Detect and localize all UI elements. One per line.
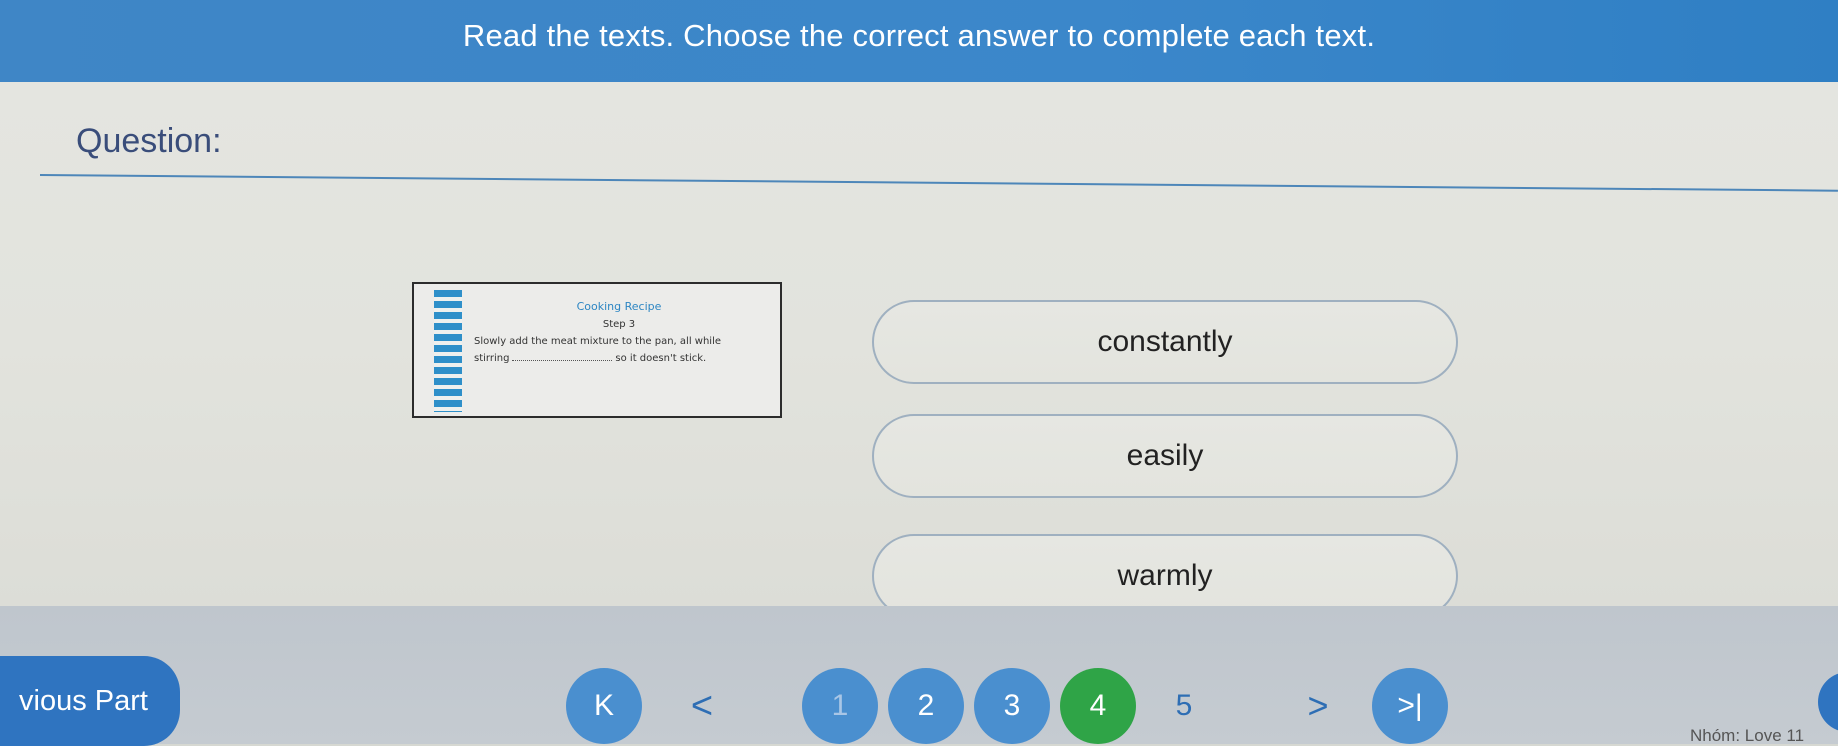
recipe-image: Cooking Recipe Step 3 Slowly add the mea…	[412, 282, 782, 418]
notebook-spine-icon	[434, 290, 462, 412]
page-button-2[interactable]: 2	[888, 668, 964, 744]
page-button-4-current[interactable]: 4	[1060, 668, 1136, 744]
option-constantly[interactable]: constantly	[872, 300, 1458, 384]
page-button-5[interactable]: 5	[1146, 668, 1222, 744]
next-page-icon[interactable]: >	[1280, 668, 1356, 744]
recipe-line-1: Slowly add the meat mixture to the pan, …	[474, 336, 721, 347]
page-button-1[interactable]: 1	[802, 668, 878, 744]
recipe-line-2-end: so it doesn't stick.	[615, 353, 707, 364]
group-label: Nhóm: Love 11	[1690, 726, 1805, 745]
answer-blank	[512, 360, 613, 361]
instruction-text: Read the texts. Choose the correct answe…	[462, 18, 1376, 53]
last-page-icon[interactable]: >|	[1372, 668, 1448, 744]
recipe-step: Step 3	[602, 319, 636, 330]
first-page-icon[interactable]: K	[566, 668, 642, 744]
page-button-3[interactable]: 3	[974, 668, 1050, 744]
option-easily[interactable]: easily	[872, 414, 1458, 498]
question-label: Question:	[76, 122, 222, 160]
previous-page-icon[interactable]: <	[664, 668, 740, 744]
recipe-line-2: stirring so it doesn't stick.	[474, 353, 764, 364]
recipe-line-2-start: stirring	[474, 353, 510, 364]
previous-part-button[interactable]: vious Part	[0, 656, 180, 746]
recipe-title: Cooking Recipe	[576, 300, 662, 313]
recipe-content: Cooking Recipe Step 3 Slowly add the mea…	[474, 290, 764, 410]
